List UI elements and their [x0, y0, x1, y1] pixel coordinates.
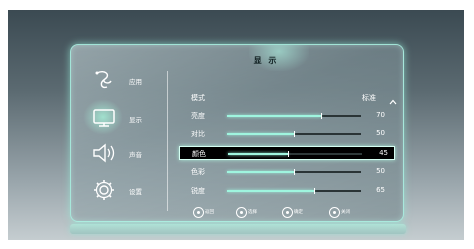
mode-label: 模式 [191, 94, 205, 102]
confirm-ring-icon [282, 207, 293, 218]
close-ring-icon [329, 207, 340, 218]
sidebar-item-label: 应用 [129, 78, 142, 86]
setting-value: 45 [379, 149, 388, 157]
setting-value: 50 [376, 167, 385, 175]
speaker-icon [91, 140, 117, 166]
setting-slider[interactable] [227, 188, 361, 194]
mode-row[interactable]: 模式 标准 [179, 91, 398, 105]
setting-label: 锐度 [191, 187, 205, 195]
slider-knob[interactable] [314, 188, 315, 194]
panel-reflection [70, 224, 406, 234]
sidebar-item-app[interactable]: 应用 [91, 67, 171, 97]
setting-value: 50 [376, 129, 385, 137]
sidebar-item-settings[interactable]: 设置 [91, 177, 171, 207]
settings-panel: 显 示 应用 显示 声音 设置 模式 标准 亮度 70 对比 50 颜色 45 … [70, 44, 404, 222]
slider-fill [227, 133, 294, 135]
gear-icon [91, 177, 117, 203]
sidebar-item-display[interactable]: 显示 [83, 99, 171, 135]
footer-label: 选择 [248, 210, 257, 215]
setting-row[interactable]: 色彩 50 [179, 165, 391, 179]
footer-label: 确定 [294, 210, 303, 215]
setting-row[interactable]: 锐度 65 [179, 184, 391, 198]
footer-label: 返回 [205, 210, 214, 215]
setting-label: 亮度 [191, 112, 205, 120]
slider-knob[interactable] [294, 131, 295, 137]
slider-knob[interactable] [321, 113, 322, 119]
slider-knob[interactable] [294, 169, 295, 175]
sidebar-item-sound[interactable]: 声音 [91, 140, 171, 170]
setting-label: 颜色 [192, 150, 206, 158]
setting-slider[interactable] [227, 113, 361, 119]
chevron-up-icon[interactable] [388, 92, 398, 105]
mode-value: 标准 [362, 94, 376, 102]
setting-slider[interactable] [227, 169, 361, 175]
slider-fill [227, 171, 294, 173]
back-ring-icon [193, 207, 204, 218]
app-swirl-icon [91, 67, 117, 93]
slider-fill [227, 115, 321, 117]
setting-slider[interactable] [227, 131, 361, 137]
setting-label: 色彩 [191, 168, 205, 176]
footer-label: 关闭 [341, 210, 350, 215]
setting-row[interactable]: 亮度 70 [179, 109, 391, 123]
setting-slider[interactable] [228, 151, 362, 157]
slider-knob[interactable] [288, 151, 289, 157]
sidebar-item-label: 显示 [129, 116, 142, 124]
setting-row[interactable]: 对比 50 [179, 127, 391, 141]
slider-fill [228, 153, 288, 155]
slider-fill [227, 190, 314, 192]
panel-title: 显 示 [253, 56, 279, 65]
setting-label: 对比 [191, 130, 205, 138]
select-ring-icon [236, 207, 247, 218]
setting-row[interactable]: 颜色 45 [179, 146, 395, 160]
sidebar-item-label: 声音 [129, 151, 142, 159]
setting-value: 65 [376, 186, 385, 194]
monitor-icon [83, 99, 123, 135]
setting-value: 70 [376, 111, 385, 119]
sidebar-item-label: 设置 [129, 188, 142, 196]
